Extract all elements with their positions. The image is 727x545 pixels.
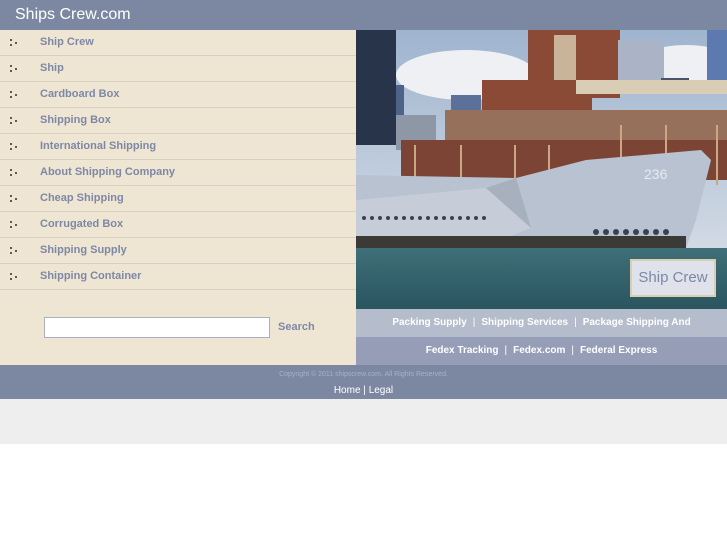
search-button[interactable]: Search: [278, 321, 315, 333]
bottom-band: [0, 399, 727, 444]
related-link[interactable]: Fedex Tracking: [426, 345, 499, 356]
hero-photo: 236 Ship Crew: [356, 30, 727, 309]
dotted-bullet-icon: [10, 91, 19, 99]
dotted-bullet-icon: [10, 247, 19, 255]
footer-links: Home | Legal: [0, 385, 727, 396]
sidebar-item-shipping-supply[interactable]: Shipping Supply: [0, 238, 356, 264]
separator: |: [472, 317, 476, 328]
dotted-bullet-icon: [10, 65, 19, 73]
related-link[interactable]: Federal Express: [580, 345, 657, 356]
dotted-bullet-icon: [10, 273, 19, 281]
sidebar-item-label[interactable]: International Shipping: [40, 140, 156, 152]
sidebar-item-label[interactable]: Cardboard Box: [40, 88, 119, 100]
photo-caption: Ship Crew: [630, 259, 716, 297]
dotted-bullet-icon: [10, 169, 19, 177]
copyright-text: Copyright © 2011 shipscrew.com. All Righ…: [279, 371, 448, 378]
dotted-bullet-icon: [10, 195, 19, 203]
related-link[interactable]: Packing Supply: [392, 317, 466, 328]
sidebar-nav: Ship Crew Ship Cardboard Box Shipping Bo…: [0, 30, 356, 365]
sidebar-item-cardboard-box[interactable]: Cardboard Box: [0, 82, 356, 108]
sidebar-item-ship[interactable]: Ship: [0, 56, 356, 82]
search-input[interactable]: [44, 317, 270, 338]
separator: |: [363, 385, 366, 396]
sidebar-item-about-shipping-company[interactable]: About Shipping Company: [0, 160, 356, 186]
site-header: Ships Crew.com: [0, 0, 727, 30]
site-title[interactable]: Ships Crew.com: [15, 6, 131, 24]
sidebar-item-label[interactable]: Corrugated Box: [40, 218, 123, 230]
separator: |: [571, 345, 574, 356]
hull-number: 236: [644, 166, 668, 182]
sidebar-item-label[interactable]: About Shipping Company: [40, 166, 175, 178]
related-link[interactable]: Package Shipping And: [583, 317, 691, 328]
site-footer: Copyright © 2011 shipscrew.com. All Righ…: [0, 365, 727, 399]
sidebar-item-label[interactable]: Shipping Supply: [40, 244, 127, 256]
related-link[interactable]: Fedex.com: [513, 345, 565, 356]
separator: |: [504, 345, 508, 356]
footer-link-legal[interactable]: Legal: [369, 385, 393, 396]
sidebar-item-shipping-container[interactable]: Shipping Container: [0, 264, 356, 290]
related-link[interactable]: Shipping Services: [481, 317, 568, 328]
sidebar-item-label[interactable]: Cheap Shipping: [40, 192, 124, 204]
related-links-row-1: Packing Supply | Shipping Services | Package…: [356, 309, 727, 337]
sidebar-item-ship-crew[interactable]: Ship Crew: [0, 30, 356, 56]
dotted-bullet-icon: [10, 221, 19, 229]
sidebar-item-label[interactable]: Ship: [40, 62, 64, 74]
sidebar-item-international-shipping[interactable]: International Shipping: [0, 134, 356, 160]
related-links-row-2: Fedex Tracking | Fedex.com | Federal Express: [356, 337, 727, 365]
dotted-bullet-icon: [10, 117, 19, 125]
separator: |: [574, 317, 577, 328]
dotted-bullet-icon: [10, 39, 19, 47]
sidebar-item-label[interactable]: Shipping Container: [40, 270, 141, 282]
sidebar-item-cheap-shipping[interactable]: Cheap Shipping: [0, 186, 356, 212]
footer-link-home[interactable]: Home: [334, 385, 361, 396]
sidebar-item-label[interactable]: Shipping Box: [40, 114, 111, 126]
sidebar-item-corrugated-box[interactable]: Corrugated Box: [0, 212, 356, 238]
sidebar-item-shipping-box[interactable]: Shipping Box: [0, 108, 356, 134]
sidebar-item-label[interactable]: Ship Crew: [40, 36, 94, 48]
dotted-bullet-icon: [10, 143, 19, 151]
